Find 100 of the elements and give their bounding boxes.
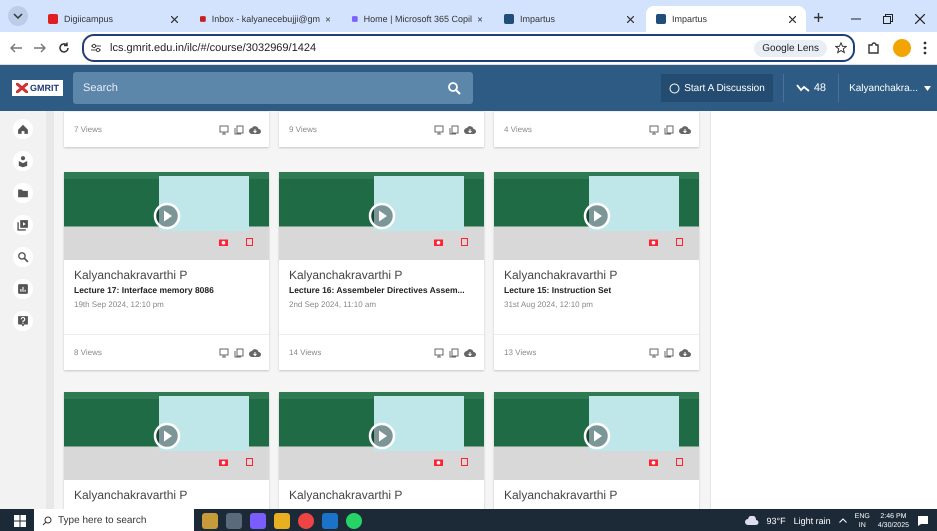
home-icon[interactable]: [13, 119, 33, 139]
close-icon[interactable]: [478, 16, 482, 22]
close-icon[interactable]: [627, 16, 634, 22]
search-icon[interactable]: [447, 81, 461, 95]
close-icon[interactable]: [171, 16, 178, 22]
menu-icon[interactable]: [923, 41, 927, 55]
video-thumbnail[interactable]: [494, 172, 699, 260]
temperature: 93°F: [766, 516, 786, 526]
taskbar-app-icon[interactable]: [202, 512, 218, 528]
browser-tab[interactable]: Impartus: [646, 6, 806, 32]
folder-icon[interactable]: [13, 183, 33, 203]
monitor-icon[interactable]: [219, 348, 229, 358]
address-bar[interactable]: lcs.gmrit.edu.in/ilc/#/course/3032969/1424 Google Lens: [82, 34, 855, 62]
lecture-title[interactable]: Lecture 17: Interface memory 8086: [74, 285, 259, 295]
author-name: Kalyanchakravarthi P: [74, 488, 188, 502]
document-icon: [675, 238, 684, 246]
cloud-download-icon[interactable]: [249, 348, 261, 358]
search-field[interactable]: Search: [73, 72, 473, 104]
play-icon[interactable]: [368, 422, 396, 450]
video-thumbnail[interactable]: [64, 392, 269, 480]
start-discussion-button[interactable]: Start A Discussion: [661, 74, 773, 102]
browser-tab[interactable]: Home | Microsoft 365 Copil: [342, 6, 492, 32]
favicon-icon: [656, 14, 666, 24]
video-thumbnail[interactable]: [64, 172, 269, 260]
copy-icon[interactable]: [234, 124, 244, 134]
author-name: Kalyanchakravarthi P: [289, 268, 404, 282]
video-thumbnail[interactable]: [279, 172, 484, 260]
restore-icon[interactable]: [883, 14, 893, 24]
copy-icon[interactable]: [449, 348, 459, 358]
user-menu[interactable]: Kalyanchakra...: [849, 82, 937, 94]
lecture-title[interactable]: Lecture 16: Assembeler Directives Assem...: [289, 285, 474, 295]
browser-tab[interactable]: Impartus: [494, 6, 644, 32]
trend-counter[interactable]: 48: [782, 74, 840, 102]
lecture-date: 2nd Sep 2024, 11:10 am: [289, 300, 378, 309]
cloud-download-icon[interactable]: [249, 124, 261, 134]
lecture-date: 19th Sep 2024, 12:10 pm: [74, 300, 165, 309]
site-settings-icon[interactable]: [90, 43, 102, 53]
copy-icon[interactable]: [664, 348, 674, 358]
caret-up-icon[interactable]: [838, 518, 847, 523]
start-icon[interactable]: [14, 514, 26, 526]
play-icon[interactable]: [368, 202, 396, 230]
cloud-download-icon[interactable]: [679, 124, 691, 134]
document-icon: [245, 238, 254, 246]
camera-icon: [219, 458, 228, 466]
help-circle-icon: [669, 82, 680, 94]
cloud-download-icon[interactable]: [464, 124, 476, 134]
browser-tab[interactable]: Digiicampus: [38, 6, 188, 32]
lecture-date: 31st Aug 2024, 12:10 pm: [504, 300, 594, 309]
notification-icon[interactable]: [917, 514, 929, 526]
play-icon[interactable]: [152, 422, 180, 450]
close-icon[interactable]: [326, 16, 330, 22]
video-library-icon[interactable]: [13, 215, 33, 235]
close-icon[interactable]: [789, 16, 796, 22]
camera-icon: [434, 238, 443, 246]
monitor-icon[interactable]: [434, 348, 444, 358]
copy-icon[interactable]: [449, 124, 459, 134]
camera-icon: [649, 238, 658, 246]
chat-app-icon[interactable]: [346, 512, 362, 528]
views-count: 13 Views: [504, 348, 538, 357]
mail-app-icon[interactable]: [322, 512, 338, 528]
folder-icon[interactable]: [274, 512, 290, 528]
monitor-icon[interactable]: [649, 124, 659, 134]
copy-icon[interactable]: [234, 348, 244, 358]
author-name: Kalyanchakravarthi P: [504, 268, 618, 282]
forward-arrow-icon[interactable]: [34, 43, 46, 53]
favicon-icon: [200, 14, 206, 24]
taskbar-search-field[interactable]: Type here to search: [34, 509, 194, 531]
bookmark-star-icon[interactable]: [835, 42, 847, 54]
monitor-icon[interactable]: [219, 124, 229, 134]
author-name: Kalyanchakravarthi P: [74, 268, 188, 282]
extensions-icon[interactable]: [867, 41, 881, 55]
browser-tab[interactable]: Inbox - kalyanecebujji@gm: [190, 6, 340, 32]
video-thumbnail[interactable]: [494, 392, 699, 480]
weather-icon[interactable]: [744, 516, 759, 526]
monitor-icon[interactable]: [434, 124, 444, 134]
document-icon: [245, 458, 254, 466]
monitor-icon[interactable]: [649, 348, 659, 358]
camera-icon: [434, 458, 443, 466]
search-icon[interactable]: [13, 247, 33, 267]
cloud-download-icon[interactable]: [679, 348, 691, 358]
play-icon[interactable]: [582, 422, 610, 450]
play-icon[interactable]: [582, 202, 610, 230]
back-arrow-icon[interactable]: [10, 43, 22, 53]
copy-icon[interactable]: [664, 124, 674, 134]
cloud-download-icon[interactable]: [464, 348, 476, 358]
play-icon[interactable]: [152, 202, 180, 230]
browser-icon[interactable]: [298, 512, 314, 528]
bar-chart-icon[interactable]: [13, 279, 33, 299]
close-icon[interactable]: [915, 14, 925, 24]
new-tab-icon[interactable]: [814, 13, 823, 22]
google-lens-button[interactable]: Google Lens: [754, 40, 827, 56]
tab-search-icon[interactable]: [8, 6, 28, 26]
task-view-icon[interactable]: [226, 512, 242, 528]
author-name: Kalyanchakravarthi P: [504, 488, 618, 502]
graduation-icon[interactable]: [13, 151, 33, 171]
reload-icon[interactable]: [58, 42, 70, 54]
video-thumbnail[interactable]: [279, 392, 484, 480]
taskbar-app-icon[interactable]: [250, 512, 266, 528]
help-icon[interactable]: [13, 311, 33, 331]
lecture-title[interactable]: Lecture 15: Instruction Set: [504, 285, 689, 295]
